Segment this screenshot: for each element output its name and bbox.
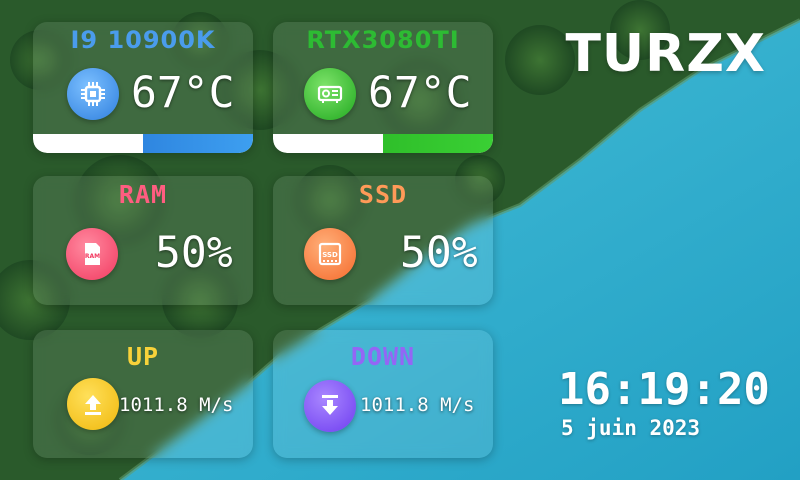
gpu-card: RTX3080TI 67°C	[273, 22, 493, 153]
brand-logo-text: TURZX	[565, 24, 766, 84]
svg-text:SSD: SSD	[322, 251, 338, 259]
upload-card: UP 1011.8 M/s	[33, 330, 253, 458]
download-arrow-icon	[304, 380, 356, 432]
ram-card-icon: RAM	[66, 228, 118, 280]
download-card: DOWN 1011.8 M/s	[273, 330, 493, 458]
ssd-usage: 50%	[400, 228, 478, 278]
download-speed: 1011.8 M/s	[360, 394, 475, 416]
gpu-temperature: 67°C	[368, 68, 472, 118]
svg-text:RAM: RAM	[85, 253, 100, 260]
cpu-card: I9 10900K 67°C	[33, 22, 253, 153]
clock-time: 16:19:20	[558, 364, 770, 415]
gpu-label: RTX3080TI	[306, 26, 460, 54]
ssd-card: SSD SSD 50%	[273, 176, 493, 305]
gpu-usage-bar	[273, 134, 493, 153]
cpu-label: I9 10900K	[70, 26, 216, 54]
cpu-usage-bar-fill	[143, 134, 253, 153]
ssd-label: SSD	[358, 180, 408, 209]
ram-usage: 50%	[155, 228, 233, 278]
ram-card: RAM RAM 50%	[33, 176, 253, 305]
clock-date: 5 juin 2023	[561, 416, 701, 440]
upload-speed: 1011.8 M/s	[119, 394, 234, 416]
download-label: DOWN	[350, 342, 416, 371]
upload-arrow-icon	[67, 378, 119, 430]
gpu-usage-bar-fill	[383, 134, 493, 153]
cpu-chip-icon	[67, 68, 119, 120]
gpu-card-icon	[304, 68, 356, 120]
cpu-temperature: 67°C	[131, 68, 235, 118]
cpu-usage-bar	[33, 134, 253, 153]
upload-label: UP	[126, 342, 160, 371]
ssd-drive-icon: SSD	[304, 228, 356, 280]
ram-label: RAM	[118, 180, 168, 209]
